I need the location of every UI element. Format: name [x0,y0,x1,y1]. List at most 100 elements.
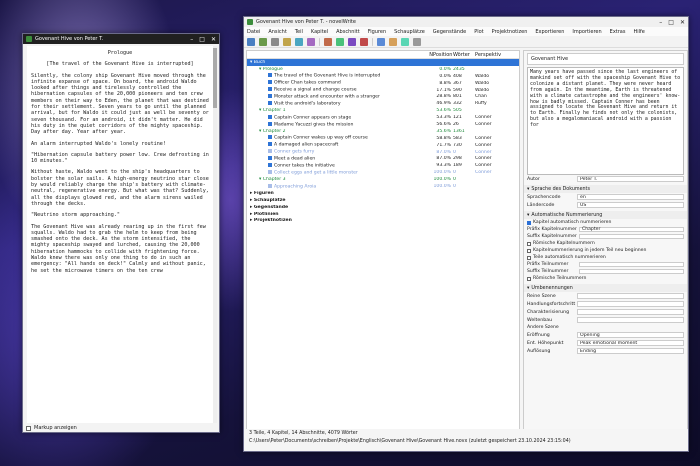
autonum-option[interactable]: Kapitel automatisch nummerieren [524,219,687,226]
autonum-option[interactable]: Suffix Teilnummer [524,268,687,275]
menu-item[interactable]: Teil [295,29,303,35]
autonum-option[interactable]: Suffix Kapitelnummer [524,233,687,240]
scene-row[interactable]: Monster attack and encounter with a stra… [247,93,519,100]
maximize-icon[interactable]: □ [668,19,674,26]
menu-item[interactable]: Gegenstände [433,29,466,35]
checkbox[interactable] [527,241,531,246]
scene-row[interactable]: Conner gets furry 87.0% 0 Conner [247,149,519,156]
autonum-option[interactable]: Römische Kapitelnummern [524,240,687,247]
maximize-icon[interactable]: □ [199,36,205,43]
menu-item[interactable]: Schauplätze [394,29,425,35]
view-items-icon[interactable] [307,37,315,46]
menu-item[interactable]: Hilfe [633,29,644,35]
minimize-icon[interactable]: – [190,36,193,43]
language-section[interactable]: ▾ Sprache des Dokuments [524,185,687,193]
scene-row[interactable]: Madame Yacuzzi gives the mission 56.6% 26 C… [247,121,519,128]
autonum-option[interactable]: Präfix Kapitelnummer Chapter [524,226,687,233]
language-field[interactable]: en [577,194,684,200]
scene-row[interactable]: Collect eggs and get a little monster 100… [247,169,519,176]
autonum-option[interactable]: Römische Teilnummern [524,275,687,282]
option-field[interactable] [579,234,684,239]
option-field[interactable]: Chapter [579,227,684,232]
menu-item[interactable]: Projektnotizen [492,29,528,35]
minimize-icon[interactable]: – [659,19,662,26]
tree-row[interactable]: ▾ Buch [247,59,519,66]
scene-row[interactable]: Officer Chan takes command 8.8% 367 Waldo [247,80,519,87]
manuscript-text[interactable]: Prologue [The travel of the Govenant Hiv… [27,46,213,423]
markup-checkbox[interactable] [26,425,31,431]
add-child-icon[interactable] [336,37,344,46]
country-field[interactable]: US [577,202,684,208]
book-description[interactable]: Many years have passed since the last en… [527,67,684,175]
menu-item[interactable]: Figuren [368,29,386,35]
chapter-row[interactable]: ▾ Prologue 0.0% 2435 [247,66,519,73]
manuscript-icon[interactable] [389,37,397,46]
other-field[interactable]: Ending [577,348,684,354]
scene-row[interactable]: Receive a signal and change course 17.1% 5… [247,87,519,94]
scene-row[interactable]: Captain Conner wakes up way off course 58… [247,135,519,142]
tree-row[interactable]: ▸ Gegenstände [247,204,519,211]
menu-item[interactable]: Importieren [572,29,601,35]
export-icon[interactable] [401,37,409,46]
rename-section[interactable]: ▾ Umbenennungen [524,284,687,292]
menu-item[interactable]: Abschnitt [336,29,360,35]
column-header[interactable]: Wörter [453,52,475,58]
view-locations-icon[interactable] [295,37,303,46]
view-book-icon[interactable] [247,37,255,46]
checkbox[interactable] [527,220,531,225]
checkbox[interactable] [527,255,531,260]
rename-field[interactable] [577,293,684,299]
autonum-option[interactable]: Präfix Teilnummer [524,261,687,268]
menu-item[interactable]: Datei [247,29,260,35]
add-parent-icon[interactable] [348,37,356,46]
checkbox[interactable] [527,248,531,253]
option-field[interactable] [579,269,684,274]
column-header[interactable]: N [415,52,433,58]
close-icon[interactable]: ✕ [680,19,685,26]
tree-row[interactable]: ▸ Figuren [247,190,519,197]
settings-icon[interactable] [413,37,421,46]
book-title[interactable]: Govenant Hive [527,53,684,65]
tree-row[interactable]: ▸ Projektnotizen [247,217,519,224]
column-header[interactable]: Perspektiv [475,52,515,58]
autonum-option[interactable]: Teile automatisch nummerieren [524,254,687,261]
rename-field[interactable] [577,301,684,307]
menu-item[interactable]: Exportieren [535,29,564,35]
autonum-section[interactable]: ▾ Automatische Nummerierung [524,211,687,219]
scene-row[interactable]: The travel of the Govenant Hive is inter… [247,73,519,80]
option-field[interactable] [579,262,684,267]
checkbox[interactable] [527,276,531,281]
rename-field[interactable] [577,309,684,315]
other-field[interactable]: Opening [577,332,684,338]
view-characters-icon[interactable] [283,37,291,46]
author-field[interactable]: Peter T. [577,176,684,182]
view-scenes-icon[interactable] [271,37,279,46]
delete-icon[interactable] [360,37,368,46]
project-tree[interactable]: N Position Wörter Perspektiv ▾ Buch ▾ Prolog… [246,50,520,431]
add-icon[interactable] [324,37,332,46]
chapter-row[interactable]: ▾ Chapter 2 35.6% 1361 [247,128,519,135]
tree-row[interactable]: ▸ Plotlinien [247,211,519,218]
view-chapters-icon[interactable] [259,37,267,46]
close-icon[interactable]: ✕ [211,36,216,43]
scene-row[interactable]: Captain Conner appears on stage 53.3% 121 C… [247,114,519,121]
scrollbar[interactable] [213,46,217,423]
chapter-row[interactable]: ▾ Chapter 1 53.6% 505 [247,107,519,114]
autonum-option[interactable]: Kapitelnummerierung in jedem Teil neu be… [524,247,687,254]
scroll-thumb[interactable] [213,48,217,108]
menu-item[interactable]: Kapitel [311,29,328,35]
scene-row[interactable]: A damaged alien spacecraft 71.7% 730 Conner [247,142,519,149]
tree-row[interactable]: ▸ Schauplätze [247,197,519,204]
menu-item[interactable]: Plot [474,29,483,35]
scene-row[interactable]: Visit the android's laboratory 46.9% 332 Ru… [247,100,519,107]
undo-icon[interactable] [377,37,385,46]
other-field[interactable]: Peak emotional moment [577,340,684,346]
column-header[interactable]: Position [433,52,453,58]
scene-row[interactable]: Meet a dead alien 87.0% 298 Conner [247,155,519,162]
menu-item[interactable]: Ansicht [268,29,286,35]
rename-field[interactable] [577,317,684,323]
chapter-row[interactable]: ▾ Chapter 3 100.0% 0 [247,176,519,183]
menu-item[interactable]: Extras [610,29,626,35]
markup-toggle[interactable]: Markup anzeigen [26,425,77,431]
scene-row[interactable]: Approaching Aroia 100.0% 0 [247,183,519,190]
